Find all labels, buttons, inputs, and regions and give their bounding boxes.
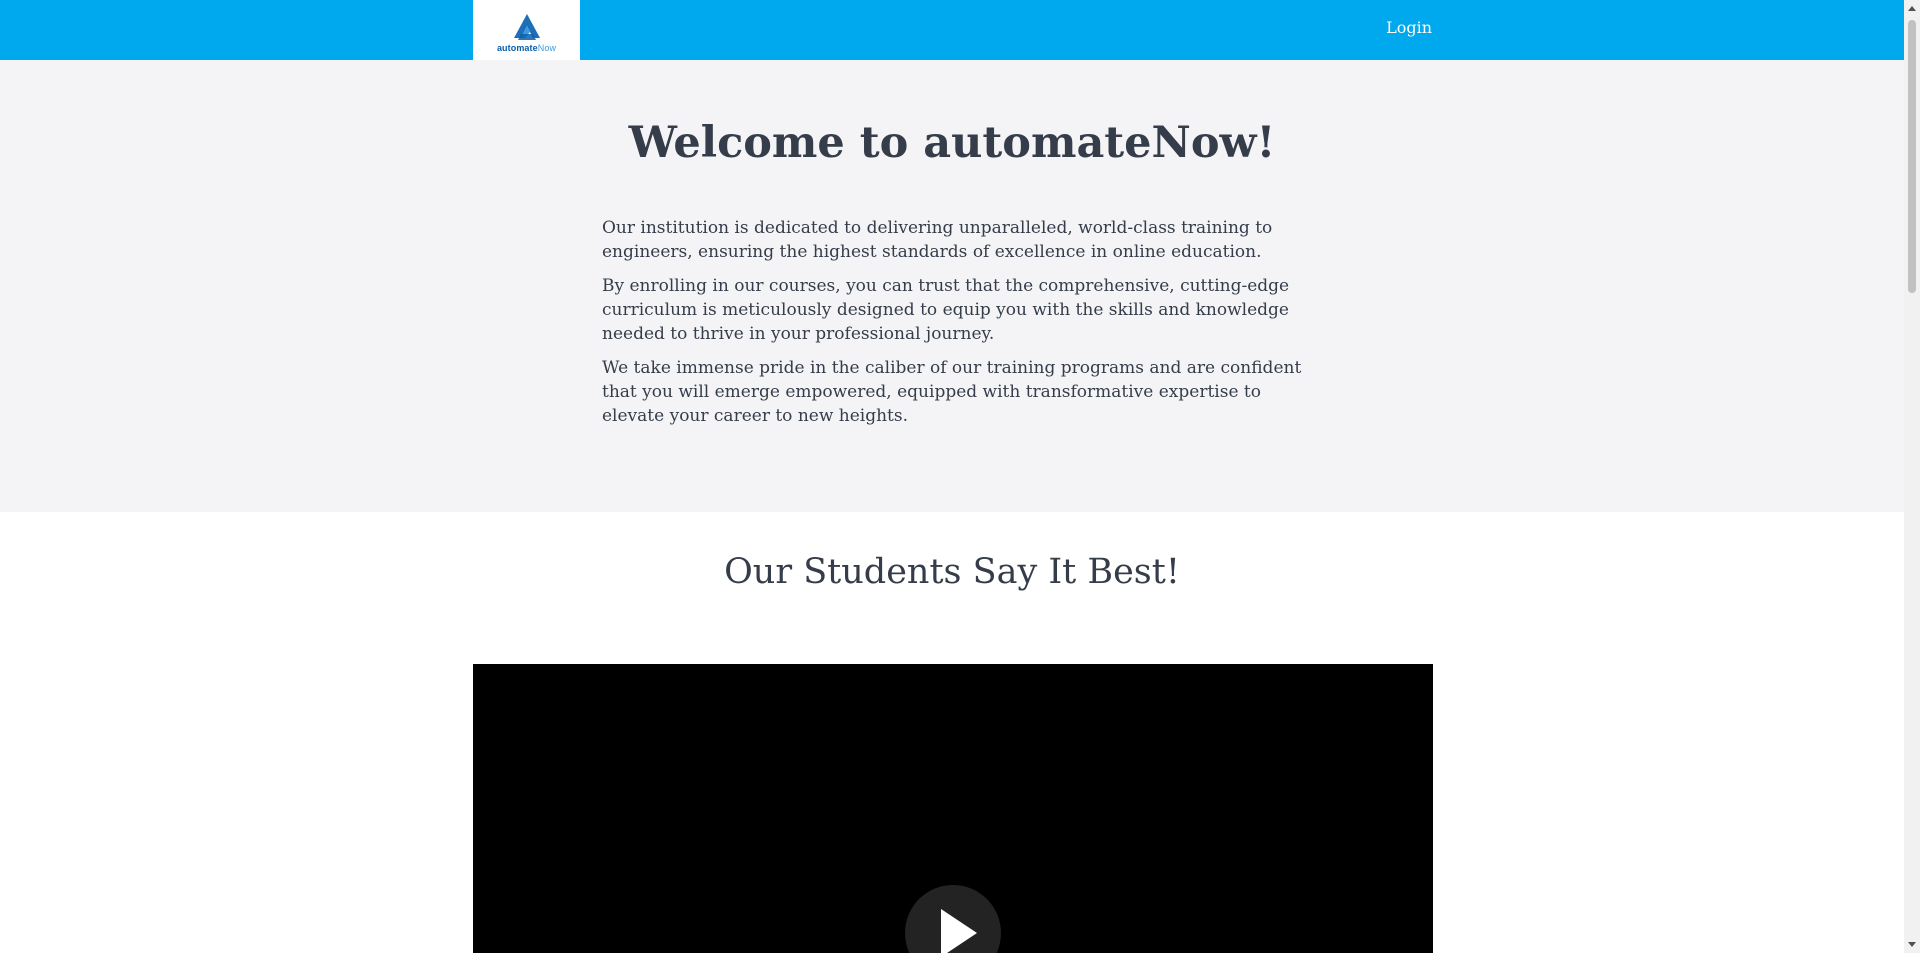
page-scrollbar[interactable]: [1904, 0, 1920, 953]
site-logo-link[interactable]: automateNow: [473, 0, 580, 60]
hero-paragraph-2: By enrolling in our courses, you can tru…: [602, 276, 1290, 344]
play-icon: [941, 909, 977, 953]
scroll-up-arrow-icon[interactable]: [1908, 6, 1916, 11]
hero-paragraph-1: Our institution is dedicated to deliveri…: [602, 218, 1273, 262]
logo-text-bold: automate: [496, 42, 538, 53]
automatenow-logo-icon: [513, 13, 540, 40]
logo-text-light: Now: [537, 42, 557, 53]
hero-body: Our institution is dedicated to deliveri…: [602, 216, 1302, 438]
hero-title: Welcome to automateNow!: [628, 118, 1276, 168]
scrollbar-thumb[interactable]: [1908, 20, 1916, 293]
play-button[interactable]: [905, 885, 1001, 953]
top-navigation-bar: automateNow Login: [0, 0, 1904, 60]
testimonial-video-player[interactable]: [473, 664, 1433, 953]
testimonials-title: Our Students Say It Best!: [724, 552, 1180, 592]
scroll-down-arrow-icon[interactable]: [1908, 942, 1916, 947]
login-link[interactable]: Login: [1386, 18, 1432, 37]
hero-paragraph-3: We take immense pride in the caliber of …: [602, 358, 1302, 426]
page: automateNow Login Welcome to automateNow…: [0, 0, 1904, 953]
logo-wordmark: automateNow: [497, 43, 556, 53]
